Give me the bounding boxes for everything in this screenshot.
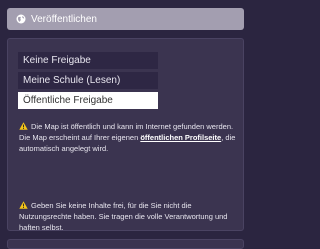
option-meine-schule[interactable]: Meine Schule (Lesen) xyxy=(18,72,158,89)
next-section-header[interactable] xyxy=(7,239,244,249)
warning-icon xyxy=(19,201,28,209)
rights-warning-text: Geben Sie keine Inhalte frei, für die Si… xyxy=(19,201,228,232)
warning-icon xyxy=(19,122,28,130)
publish-section-title: Veröffentlichen xyxy=(31,13,97,25)
publish-section-header[interactable]: Veröffentlichen xyxy=(7,8,244,30)
globe-icon xyxy=(16,14,26,24)
option-oeffentliche-freigabe[interactable]: Öffentliche Freigabe xyxy=(18,92,158,109)
rights-warning-notice: Geben Sie keine Inhalte frei, für die Si… xyxy=(19,200,243,233)
public-warning-notice: Die Map ist öffentlich und kann im Inter… xyxy=(19,121,243,154)
option-keine-freigabe[interactable]: Keine Freigabe xyxy=(18,52,158,69)
publish-section-body: Keine Freigabe Meine Schule (Lesen) Öffe… xyxy=(7,38,244,233)
public-profile-link[interactable]: öffentlichen Profilseite xyxy=(140,133,221,142)
